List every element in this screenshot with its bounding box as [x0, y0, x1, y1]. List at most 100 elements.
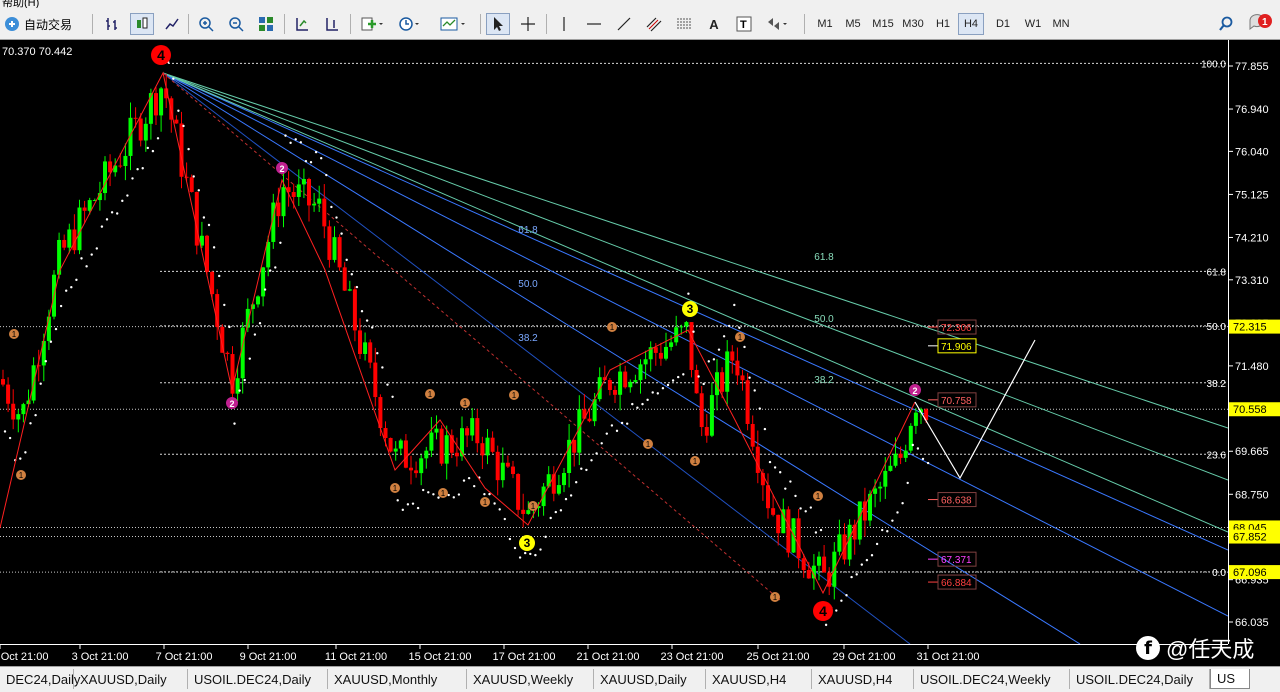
time-tick-label: 7 Oct 21:00 [156, 651, 213, 663]
timeframe-h1-button[interactable]: H1 [930, 13, 956, 35]
sar-dot [116, 212, 119, 215]
candlestick-icon[interactable] [130, 13, 154, 35]
candle [256, 295, 260, 308]
candle [373, 347, 378, 407]
minor-wave-marker: 1 [438, 488, 448, 498]
candle-body [383, 428, 388, 438]
price-chart[interactable]: 100.0 61.8 50.0 38.2 23.6 0.0 61.8 50.0 38.2 61.8… [0, 34, 1229, 645]
text-label-icon[interactable]: T [732, 13, 756, 35]
timeframe-w1-button[interactable]: W1 [1020, 13, 1046, 35]
arrows-icon[interactable] [762, 13, 794, 35]
autotrade-button[interactable]: 自动交易 [4, 13, 72, 35]
text-tool-icon[interactable]: A [702, 13, 726, 35]
candle [908, 423, 913, 454]
sar-dot [610, 424, 614, 427]
sar-dot [865, 558, 869, 562]
trendline-icon[interactable] [612, 13, 636, 35]
timeframe-h4-button[interactable]: H4 [958, 13, 984, 35]
price-badge-text: 67.096 [1233, 567, 1267, 579]
sar-dot [202, 216, 206, 219]
candle-body [745, 380, 750, 424]
horizontal-line-icon[interactable] [582, 13, 606, 35]
candle [11, 389, 16, 430]
candle [337, 234, 342, 271]
time-axis[interactable]: 0 Oct 21:00 3 Oct 21:00 7 Oct 21:00 9 Oct 2… [0, 644, 1228, 666]
chart-tab[interactable]: USOIL.DEC24,Daily [1070, 669, 1210, 689]
candle-body [67, 229, 72, 248]
chart-tab[interactable]: XAUUSD,Daily [74, 669, 188, 689]
sar-dot [615, 429, 619, 433]
candle [551, 466, 556, 502]
timeframe-m1-button[interactable]: M1 [812, 13, 838, 35]
search-icon[interactable] [1214, 13, 1238, 35]
chart-tab[interactable]: XAUUSD,H4 [812, 669, 914, 689]
candle-body [342, 267, 347, 291]
time-tick-label: 29 Oct 21:00 [833, 651, 896, 663]
timeframe-m30-button[interactable]: M30 [898, 13, 928, 35]
price-axis[interactable]: 77.855 76.940 76.040 75.125 74.210 73.310 72.3… [1228, 40, 1280, 644]
candle-body [628, 381, 633, 388]
notifications-button[interactable]: 1 [1246, 13, 1276, 35]
facebook-logo-icon: f [1136, 636, 1160, 660]
sar-dot [804, 510, 807, 513]
zoom-in-icon[interactable] [194, 13, 218, 35]
candle [766, 473, 770, 519]
chart-shift-icon[interactable] [320, 13, 344, 35]
timeframe-m15-button[interactable]: M15 [868, 13, 898, 35]
sar-dot [416, 506, 420, 510]
vertical-line-icon[interactable] [552, 13, 576, 35]
indicators-icon[interactable] [356, 13, 388, 35]
candle-body [444, 435, 449, 464]
candle-body [679, 326, 684, 328]
sar-dot [218, 274, 221, 278]
timeframe-mn-button[interactable]: MN [1048, 13, 1074, 35]
chart-tab[interactable]: USOIL.DEC24,Weekly [914, 669, 1070, 689]
candle-body [6, 384, 11, 404]
fib-fan-label: 61.8 [814, 252, 834, 263]
equidistant-channel-icon[interactable] [642, 13, 666, 35]
wave-marker: 4 [151, 45, 171, 65]
menu-help[interactable]: 帮助(H) [2, 0, 39, 8]
candle [699, 385, 704, 437]
candle-body [276, 202, 281, 217]
chart-tab[interactable]: US [1210, 669, 1250, 689]
menubar[interactable]: 帮助(H) [0, 0, 1280, 8]
candle-body [281, 187, 286, 217]
autoscroll-icon[interactable] [290, 13, 314, 35]
candle [735, 347, 740, 385]
timeframe-d1-button[interactable]: D1 [990, 13, 1016, 35]
chart-tab[interactable]: USOIL.DEC24,Daily [188, 669, 328, 689]
minor-wave-marker: 1 [390, 483, 400, 493]
chart-tab[interactable]: XAUUSD,Monthly [328, 669, 467, 689]
fibonacci-retracement-icon[interactable] [672, 13, 696, 35]
tile-windows-icon[interactable] [254, 13, 278, 35]
timeframe-m5-button[interactable]: M5 [840, 13, 866, 35]
sar-dot [75, 278, 78, 282]
cursor-icon[interactable] [486, 13, 510, 35]
chart-tab[interactable]: XAUUSD,H4 [706, 669, 812, 689]
crosshair-icon[interactable] [516, 13, 540, 35]
templates-icon[interactable] [436, 13, 472, 35]
chart-tab[interactable]: XAUUSD,Weekly [467, 669, 594, 689]
candle-body [684, 322, 689, 327]
sar-dot [539, 548, 542, 551]
candle [674, 315, 679, 346]
sar-dot [309, 161, 313, 164]
candle-body [322, 198, 327, 227]
candle [414, 461, 419, 478]
line-chart-icon[interactable] [160, 13, 184, 35]
periods-clock-icon[interactable] [394, 13, 426, 35]
sar-dot [182, 124, 185, 128]
chart-tab[interactable]: XAUUSD,Daily [594, 669, 706, 689]
zoom-out-icon[interactable] [224, 13, 248, 35]
sar-dot [493, 502, 496, 505]
sar-dot [641, 402, 644, 406]
candle [750, 415, 755, 451]
chart-area[interactable]: 100.0 61.8 50.0 38.2 23.6 0.0 61.8 50.0 38.2 61.8… [0, 34, 1229, 645]
sar-dot [304, 159, 308, 163]
candle [847, 519, 852, 566]
chart-tab[interactable]: DEC24,Daily [0, 669, 80, 689]
candle [143, 117, 148, 152]
sar-dot [299, 141, 302, 144]
bar-chart-icon[interactable] [100, 13, 124, 35]
